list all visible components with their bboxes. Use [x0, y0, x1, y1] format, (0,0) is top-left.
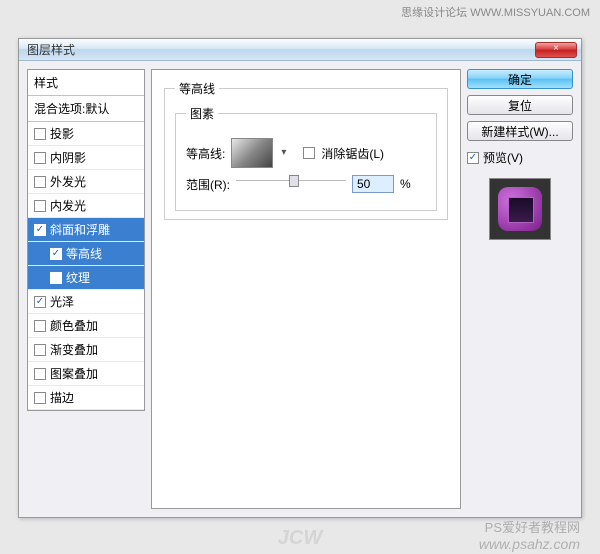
style-pattern-overlay[interactable]: 图案叠加 — [28, 362, 144, 386]
range-unit: % — [400, 177, 411, 191]
style-stroke[interactable]: 描边 — [28, 386, 144, 410]
checkbox[interactable] — [34, 200, 46, 212]
style-outer-glow[interactable]: 外发光 — [28, 170, 144, 194]
style-gradient-overlay[interactable]: 渐变叠加 — [28, 338, 144, 362]
range-label: 范围(R): — [186, 176, 230, 193]
checkbox[interactable]: ✓ — [34, 296, 46, 308]
top-credit: 思缘设计论坛 WWW.MISSYUAN.COM — [0, 0, 600, 24]
styles-header[interactable]: 样式 — [28, 70, 144, 96]
style-inner-shadow[interactable]: 内阴影 — [28, 146, 144, 170]
checkbox[interactable] — [50, 272, 62, 284]
cancel-button[interactable]: 复位 — [467, 95, 573, 115]
layer-style-dialog: 图层样式 × 样式 混合选项:默认 投影 内阴影 外发光 内发光 ✓斜面和浮雕 … — [18, 38, 582, 518]
range-slider[interactable] — [236, 180, 346, 194]
watermark-center: JCW — [278, 527, 322, 550]
preview-thumbnail — [489, 178, 551, 240]
ok-button[interactable]: 确定 — [467, 69, 573, 89]
dialog-title: 图层样式 — [23, 41, 535, 58]
watermark-tutorial: PS爱好者教程网 — [485, 517, 580, 536]
style-contour[interactable]: ✓等高线 — [28, 242, 144, 266]
right-panel: 确定 复位 新建样式(W)... ✓ 预览(V) — [467, 69, 573, 509]
checkbox[interactable]: ✓ — [34, 224, 46, 236]
slider-thumb[interactable] — [289, 175, 299, 187]
preview-checkbox[interactable]: ✓ — [467, 152, 479, 164]
antialiased-label: 消除锯齿(L) — [321, 145, 384, 162]
styles-panel: 样式 混合选项:默认 投影 内阴影 外发光 内发光 ✓斜面和浮雕 ✓等高线 纹理… — [27, 69, 145, 509]
preview-label: 预览(V) — [483, 149, 523, 166]
style-bevel-emboss[interactable]: ✓斜面和浮雕 — [28, 218, 144, 242]
checkbox[interactable]: ✓ — [50, 248, 62, 260]
antialiased-checkbox[interactable] — [303, 147, 315, 159]
main-settings-panel: 等高线 图素 等高线: 消除锯齿(L) 范围(R): % — [151, 69, 461, 509]
range-input[interactable] — [352, 175, 394, 193]
style-inner-glow[interactable]: 内发光 — [28, 194, 144, 218]
watermark-url: www.psahz.com — [479, 536, 580, 552]
checkbox[interactable] — [34, 152, 46, 164]
style-drop-shadow[interactable]: 投影 — [28, 122, 144, 146]
titlebar: 图层样式 × — [19, 39, 581, 61]
checkbox[interactable] — [34, 344, 46, 356]
style-satin[interactable]: ✓光泽 — [28, 290, 144, 314]
group-title: 图素 — [186, 105, 218, 122]
contour-section: 等高线 图素 等高线: 消除锯齿(L) 范围(R): % — [164, 80, 448, 220]
new-style-button[interactable]: 新建样式(W)... — [467, 121, 573, 141]
blend-options[interactable]: 混合选项:默认 — [28, 96, 144, 122]
contour-picker[interactable] — [231, 138, 273, 168]
style-color-overlay[interactable]: 颜色叠加 — [28, 314, 144, 338]
checkbox[interactable] — [34, 320, 46, 332]
style-texture[interactable]: 纹理 — [28, 266, 144, 290]
close-button[interactable]: × — [535, 42, 577, 58]
elements-group: 图素 等高线: 消除锯齿(L) 范围(R): % — [175, 105, 437, 211]
checkbox[interactable] — [34, 368, 46, 380]
checkbox[interactable] — [34, 128, 46, 140]
contour-label: 等高线: — [186, 145, 225, 162]
checkbox[interactable] — [34, 392, 46, 404]
section-title: 等高线 — [175, 80, 219, 97]
checkbox[interactable] — [34, 176, 46, 188]
preview-icon — [498, 187, 542, 231]
